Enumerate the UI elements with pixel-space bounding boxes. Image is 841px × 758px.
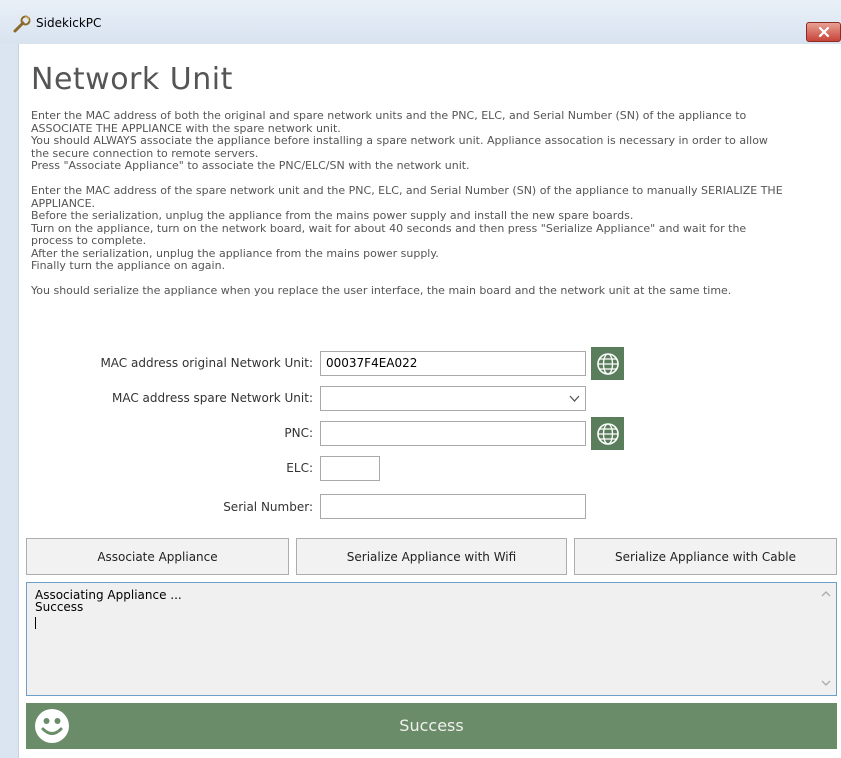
associate-appliance-button[interactable]: Associate Appliance: [26, 538, 289, 575]
instruction-line: process to complete.: [31, 234, 147, 247]
elc-input[interactable]: [320, 456, 380, 481]
status-text: Success: [399, 716, 464, 735]
serialize-wifi-button[interactable]: Serialize Appliance with Wifi: [296, 538, 567, 575]
lookup-pnc-button[interactable]: [591, 417, 624, 450]
status-bar: Success: [26, 703, 837, 749]
window-left-frame: [0, 44, 18, 758]
page-title: Network Unit: [31, 62, 233, 97]
mac-spare-label: MAC address spare Network Unit:: [112, 391, 313, 405]
wrench-icon: [13, 15, 31, 33]
instruction-line: Enter the MAC address of the spare netwo…: [31, 184, 783, 197]
window-title: SidekickPC: [36, 16, 102, 30]
elc-label: ELC:: [286, 461, 313, 475]
text-caret: [35, 617, 36, 629]
instruction-line: Before the serialization, unplug the app…: [31, 209, 634, 222]
instructions-text: Enter the MAC address of both the origin…: [31, 109, 837, 298]
lookup-mac-button[interactable]: [591, 347, 624, 380]
serialize-cable-button[interactable]: Serialize Appliance with Cable: [574, 538, 837, 575]
close-icon: [818, 27, 829, 37]
log-text: Associating Appliance ... Success: [35, 588, 182, 614]
instruction-line: You should serialize the appliance when …: [31, 284, 732, 297]
chevron-down-icon: [569, 395, 580, 402]
scroll-down-icon[interactable]: [821, 679, 831, 687]
scroll-up-icon[interactable]: [821, 590, 831, 598]
pnc-label: PNC:: [284, 426, 313, 440]
serial-input[interactable]: [320, 494, 586, 519]
pnc-input[interactable]: [320, 421, 586, 446]
globe-icon: [596, 422, 619, 445]
close-button[interactable]: [806, 22, 841, 42]
globe-icon: [596, 352, 619, 375]
mac-original-input[interactable]: 00037F4EA022: [320, 351, 586, 376]
mac-spare-dropdown[interactable]: [320, 386, 586, 411]
instruction-line: Enter the MAC address of both the origin…: [31, 109, 747, 122]
mac-original-label: MAC address original Network Unit:: [100, 356, 313, 370]
instruction-line: Turn on the appliance, turn on the netwo…: [31, 221, 747, 235]
serial-label: Serial Number:: [223, 500, 313, 514]
instruction-line: Press "Associate Appliance" to associate…: [31, 159, 470, 172]
log-output[interactable]: Associating Appliance ... Success: [26, 582, 837, 696]
title-bar[interactable]: SidekickPC: [0, 0, 841, 44]
instruction-line: You should ALWAYS associate the applianc…: [31, 134, 768, 147]
instruction-line: Finally turn the appliance on again.: [31, 259, 226, 272]
